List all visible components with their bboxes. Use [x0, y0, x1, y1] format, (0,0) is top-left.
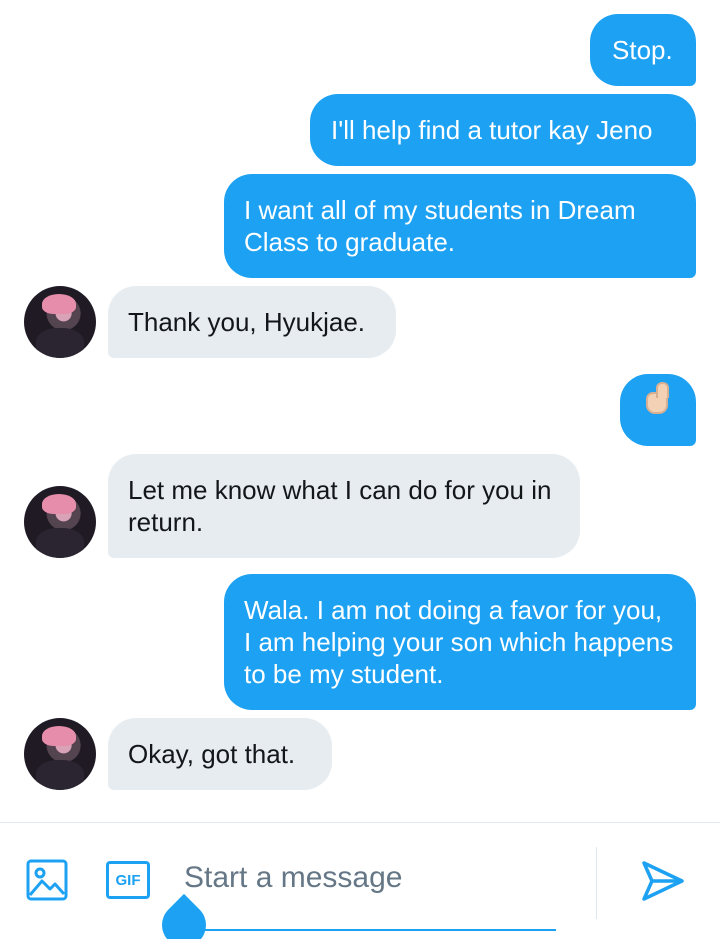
message-composer: GIF Start a message [0, 822, 720, 939]
input-underline [184, 929, 556, 931]
sent-message[interactable]: Wala. I am not doing a favor for you, I … [224, 574, 696, 710]
thumbs-up-icon [646, 382, 669, 414]
send-icon[interactable] [640, 859, 686, 903]
received-message[interactable]: Let me know what I can do for you in ret… [108, 454, 580, 558]
received-message[interactable]: Okay, got that. [108, 718, 332, 790]
gif-label: GIF [115, 871, 141, 889]
gif-icon[interactable]: GIF [106, 861, 150, 899]
dm-conversation: Stop. I'll help find a tutor kay Jeno I … [0, 0, 720, 939]
sent-message[interactable]: Stop. [590, 14, 696, 86]
text-cursor-handle[interactable] [152, 893, 216, 939]
avatar[interactable] [24, 718, 96, 790]
avatar[interactable] [24, 486, 96, 558]
message-input[interactable]: Start a message [184, 861, 402, 895]
sent-message[interactable]: I want all of my students in Dream Class… [224, 174, 696, 278]
image-icon[interactable] [26, 859, 68, 901]
sent-message[interactable]: I'll help find a tutor kay Jeno [310, 94, 696, 166]
divider [596, 847, 597, 919]
received-message[interactable]: Thank you, Hyukjae. [108, 286, 396, 358]
avatar[interactable] [24, 286, 96, 358]
sent-message[interactable] [620, 374, 696, 446]
